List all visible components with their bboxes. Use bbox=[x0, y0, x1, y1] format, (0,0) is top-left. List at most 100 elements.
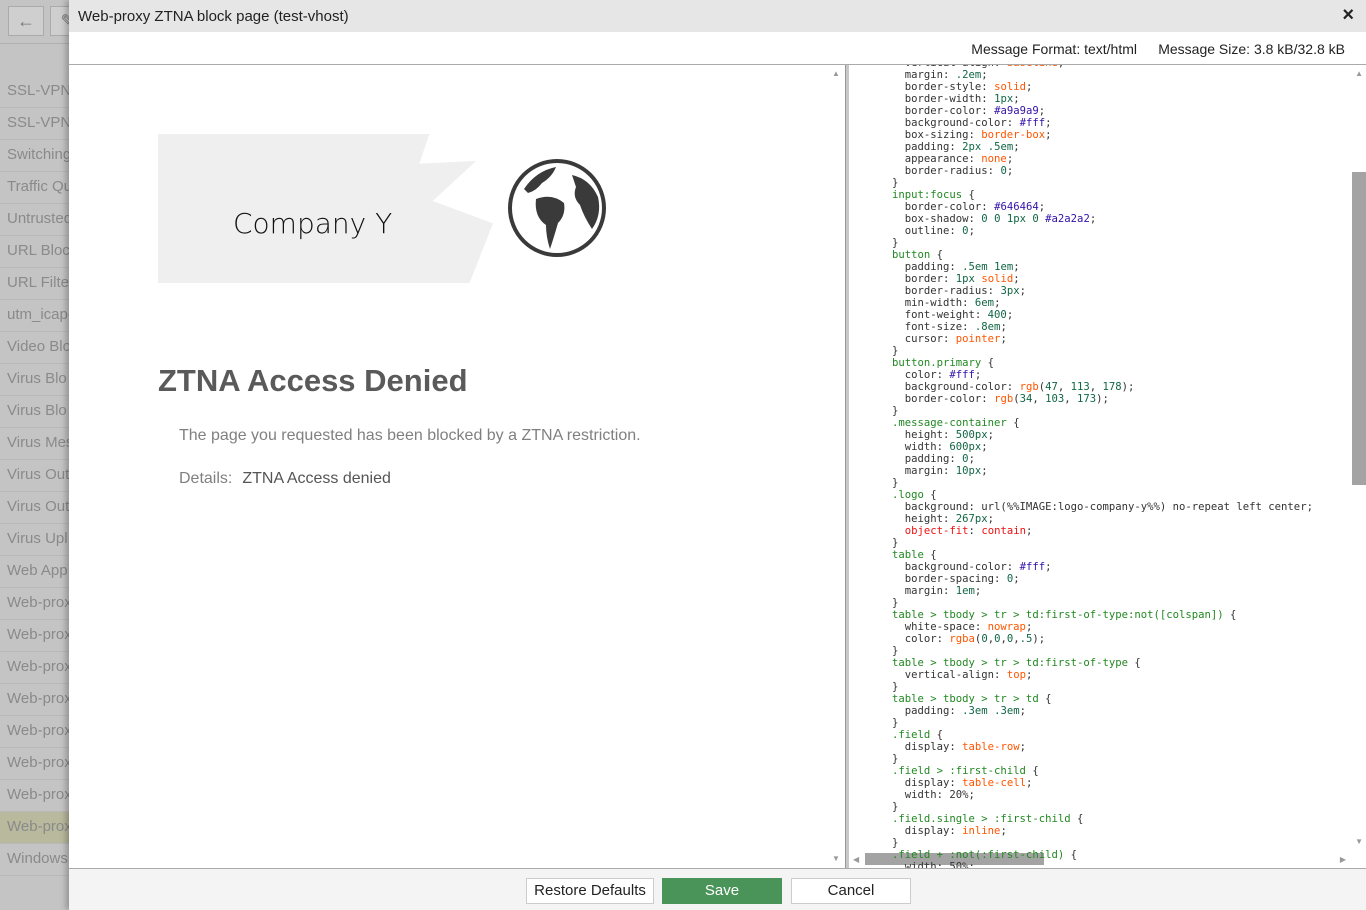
back-button[interactable]: ← bbox=[8, 6, 44, 36]
code-line: border-color: #a9a9a9; bbox=[892, 105, 1046, 117]
code-line: background-color: rgb(47, 113, 178); bbox=[892, 381, 1135, 393]
code-line: width: 50%; bbox=[892, 861, 975, 868]
code-scroll-down-icon[interactable]: ▼ bbox=[1355, 837, 1363, 846]
message-size: Message Size: 3.8 kB/32.8 kB bbox=[1158, 41, 1345, 57]
code-line: } bbox=[892, 645, 899, 657]
list-item[interactable]: Virus Blo bbox=[0, 396, 70, 428]
list-item[interactable]: Web-prox bbox=[0, 748, 70, 780]
details-row: Details: ZTNA Access denied bbox=[179, 470, 391, 488]
code-line: appearance: none; bbox=[892, 153, 1014, 165]
code-line: background-color: #fff; bbox=[892, 117, 1052, 129]
message-format: Message Format: text/html bbox=[971, 41, 1137, 57]
details-value: ZTNA Access denied bbox=[242, 470, 391, 487]
code-line: table > tbody > tr > td { bbox=[892, 693, 1052, 705]
code-line: } bbox=[892, 237, 899, 249]
list-item[interactable]: Web-prox bbox=[0, 780, 70, 812]
code-line: } bbox=[892, 477, 899, 489]
dialog-title: Web-proxy ZTNA block page (test-vhost) bbox=[78, 8, 349, 25]
ztna-block-page-dialog: Web-proxy ZTNA block page (test-vhost) ×… bbox=[69, 0, 1366, 910]
vertical-scrollbar[interactable] bbox=[1352, 172, 1366, 485]
list-item[interactable]: URL Block bbox=[0, 236, 70, 268]
code-line: button { bbox=[892, 249, 944, 261]
code-line: vertical-align: top; bbox=[892, 669, 1033, 681]
code-line: box-sizing: border-box; bbox=[892, 129, 1052, 141]
code-line: } bbox=[892, 537, 899, 549]
scroll-up-arrow-icon[interactable]: ▲ bbox=[832, 69, 840, 78]
company-logo: Company Y bbox=[158, 134, 493, 283]
scroll-down-arrow-icon[interactable]: ▼ bbox=[832, 854, 840, 863]
html-preview-pane[interactable]: Company Y ZTNA Access Denied The page yo… bbox=[69, 65, 845, 868]
code-line: border-radius: 3px; bbox=[892, 285, 1026, 297]
code-line: table > tbody > tr > td:first-of-type { bbox=[892, 657, 1141, 669]
list-item[interactable]: SSL-VPN bbox=[0, 76, 70, 108]
code-line: padding: .5em 1em; bbox=[892, 261, 1020, 273]
code-line: .field > :first-child { bbox=[892, 765, 1039, 777]
details-label: Details: bbox=[179, 470, 233, 487]
code-line: white-space: nowrap; bbox=[892, 621, 1033, 633]
globe-icon bbox=[508, 159, 606, 257]
code-line: margin: 10px; bbox=[892, 465, 988, 477]
cancel-button[interactable]: Cancel bbox=[791, 878, 911, 904]
code-line: } bbox=[892, 681, 899, 693]
list-item[interactable]: Untrusted bbox=[0, 204, 70, 236]
code-line: object-fit: contain; bbox=[904, 525, 1033, 537]
code-line: .logo { bbox=[892, 489, 937, 501]
save-button[interactable]: Save bbox=[662, 878, 782, 904]
logo-text: Company Y bbox=[233, 207, 393, 240]
code-line: } bbox=[892, 801, 899, 813]
list-item[interactable]: Switching bbox=[0, 140, 70, 172]
list-item[interactable]: Virus Out bbox=[0, 492, 70, 524]
code-line: table { bbox=[892, 549, 937, 561]
dialog-header: Web-proxy ZTNA block page (test-vhost) × bbox=[69, 0, 1366, 32]
code-line: font-weight: 400; bbox=[892, 309, 1014, 321]
code-line: margin: 1em; bbox=[892, 585, 982, 597]
list-item[interactable]: Virus Upl bbox=[0, 524, 70, 556]
list-item[interactable]: Web-prox bbox=[0, 716, 70, 748]
code-line: width: 600px; bbox=[892, 441, 988, 453]
list-item[interactable]: URL Filter bbox=[0, 268, 70, 300]
list-item[interactable]: Virus Mes bbox=[0, 428, 70, 460]
code-line: border-style: solid; bbox=[892, 81, 1033, 93]
list-item[interactable]: Virus Blo bbox=[0, 364, 70, 396]
code-line: .message-container { bbox=[892, 417, 1020, 429]
code-line: color: rgba(0,0,0,.5); bbox=[892, 633, 1046, 645]
restore-defaults-button[interactable]: Restore Defaults bbox=[526, 878, 654, 904]
scroll-left-icon[interactable]: ◀ bbox=[853, 855, 859, 864]
code-line: margin: .2em; bbox=[892, 69, 988, 81]
code-scroll-up-icon[interactable]: ▲ bbox=[1355, 69, 1363, 78]
code-line: .field.single > :first-child { bbox=[892, 813, 1084, 825]
code-line: } bbox=[892, 717, 899, 729]
message-info-bar: Message Format: text/html Message Size: … bbox=[69, 32, 1366, 65]
list-item[interactable]: Video Blo bbox=[0, 332, 70, 364]
close-icon[interactable]: × bbox=[1342, 4, 1354, 27]
html-code-editor[interactable]: vertical-align: baseline; margin: .2em; … bbox=[849, 65, 1366, 868]
code-line: width: 20%; bbox=[892, 789, 975, 801]
list-item[interactable]: Virus Out bbox=[0, 460, 70, 492]
code-line: min-width: 6em; bbox=[892, 297, 1001, 309]
list-item[interactable]: Traffic Qu bbox=[0, 172, 70, 204]
background-toolbar: ← ✎ bbox=[0, 0, 86, 44]
code-line: } bbox=[892, 597, 899, 609]
scroll-right-icon[interactable]: ▶ bbox=[1340, 855, 1346, 864]
list-item[interactable]: Web-prox bbox=[0, 652, 70, 684]
code-line: border-width: 1px; bbox=[892, 93, 1020, 105]
list-item[interactable]: Web-prox bbox=[0, 620, 70, 652]
list-item[interactable]: SSL-VPN bbox=[0, 108, 70, 140]
code-line: display: inline; bbox=[892, 825, 1007, 837]
code-line: display: table-cell; bbox=[892, 777, 1033, 789]
code-line: button.primary { bbox=[892, 357, 995, 369]
list-item[interactable]: Web-prox bbox=[0, 684, 70, 716]
code-line: padding: .3em .3em; bbox=[892, 705, 1026, 717]
list-item[interactable]: Web-prox bbox=[0, 812, 70, 844]
list-item[interactable]: utm_icap- bbox=[0, 300, 70, 332]
list-item[interactable]: Windows bbox=[0, 844, 70, 876]
code-content[interactable]: vertical-align: baseline; margin: .2em; … bbox=[892, 65, 1313, 868]
list-item[interactable]: Web-prox bbox=[0, 588, 70, 620]
code-line: font-size: .8em; bbox=[892, 321, 1007, 333]
code-line: height: 267px; bbox=[892, 513, 995, 525]
background-list: SSL-VPN SSL-VPN Switching Traffic Qu Untrust… bbox=[0, 76, 70, 876]
code-line: cursor: pointer; bbox=[892, 333, 1007, 345]
code-line: background-color: #fff; bbox=[892, 561, 1052, 573]
list-item[interactable]: Web App bbox=[0, 556, 70, 588]
code-line: padding: 0; bbox=[892, 453, 975, 465]
